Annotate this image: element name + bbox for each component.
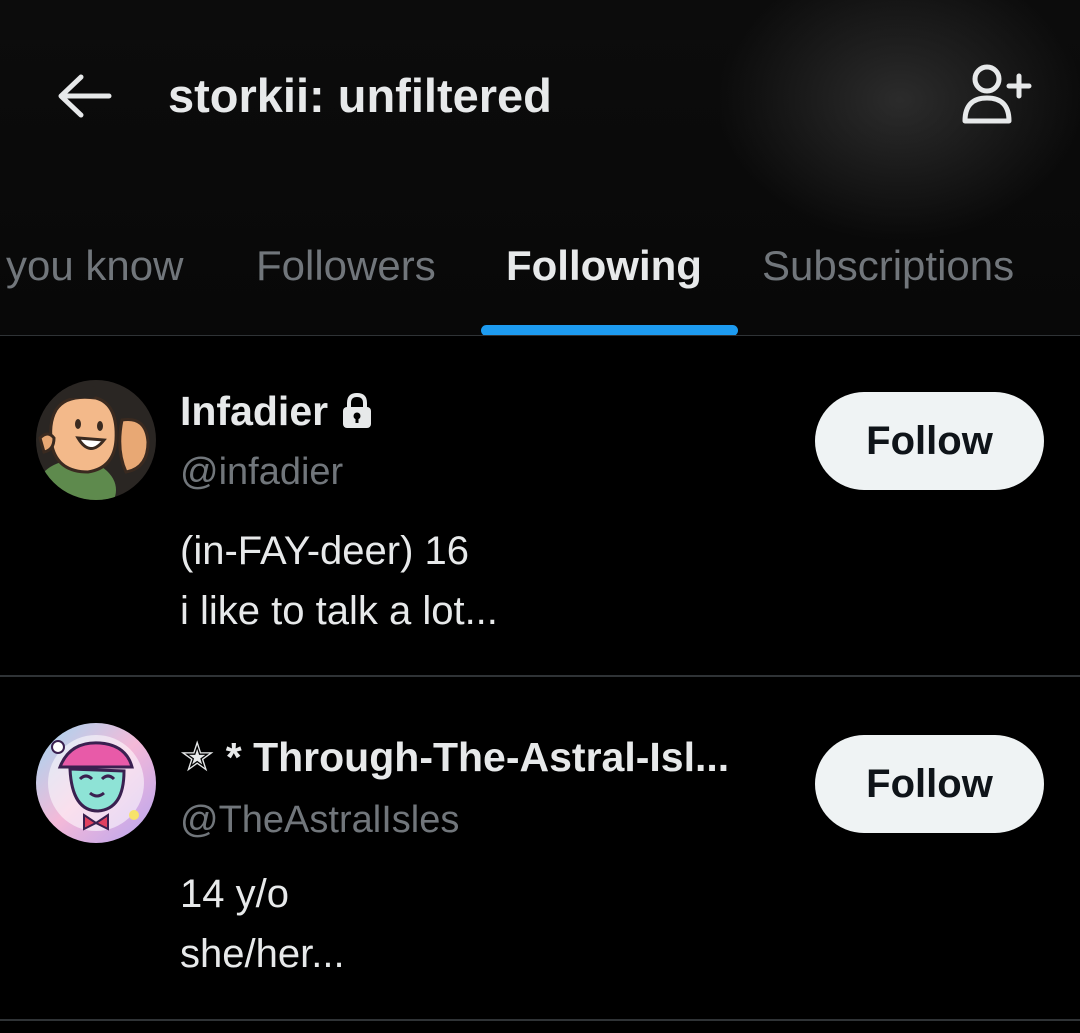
follow-button[interactable]: Follow	[815, 392, 1044, 490]
back-button[interactable]	[52, 66, 118, 126]
tab-following[interactable]: Following	[506, 228, 702, 303]
avatar-image	[36, 723, 156, 843]
bio-line: 14 y/o	[180, 872, 289, 916]
bio-line: (in-FAY-deer) 16	[180, 529, 470, 573]
tab-subscriptions[interactable]: Subscriptions	[762, 228, 1014, 303]
avatar[interactable]	[36, 380, 156, 500]
divider	[0, 1019, 1080, 1021]
header: storkii: unfiltered	[0, 0, 1080, 195]
page-title: storkii: unfiltered	[168, 69, 552, 122]
bio-line: she/her...	[180, 932, 345, 976]
tab-you-know[interactable]: you know	[6, 228, 183, 303]
add-user-button[interactable]	[958, 62, 1036, 128]
user-name: ✭ * Through-The-Astral-Isl...	[180, 734, 730, 780]
user-handle: @infadier	[180, 451, 344, 493]
follow-button[interactable]: Follow	[815, 735, 1044, 833]
user-name: Infadier	[180, 387, 329, 434]
arrow-left-icon	[58, 74, 112, 118]
user-name-line: ✭ * Through-The-Astral-Isl...	[180, 729, 729, 785]
following-screen: storkii: unfiltered you know Followers F…	[0, 0, 1080, 1033]
user-name-line: Infadier	[180, 383, 374, 439]
tab-bar: you know Followers Following Subscriptio…	[0, 228, 1080, 336]
person-plus-icon	[962, 64, 1032, 124]
avatar[interactable]	[36, 723, 156, 843]
avatar-image	[36, 380, 156, 500]
list-item[interactable]: Infadier @infadier (in-FAY-deer) 16 i li…	[0, 337, 1080, 675]
lock-icon	[343, 392, 372, 428]
user-handle: @TheAstralIsles	[180, 799, 460, 841]
list-item[interactable]: ✭ * Through-The-Astral-Isl... @TheAstral…	[0, 677, 1080, 1033]
bio-line: i like to talk a lot...	[180, 589, 498, 633]
tab-followers[interactable]: Followers	[256, 228, 436, 303]
divider	[0, 335, 1080, 336]
